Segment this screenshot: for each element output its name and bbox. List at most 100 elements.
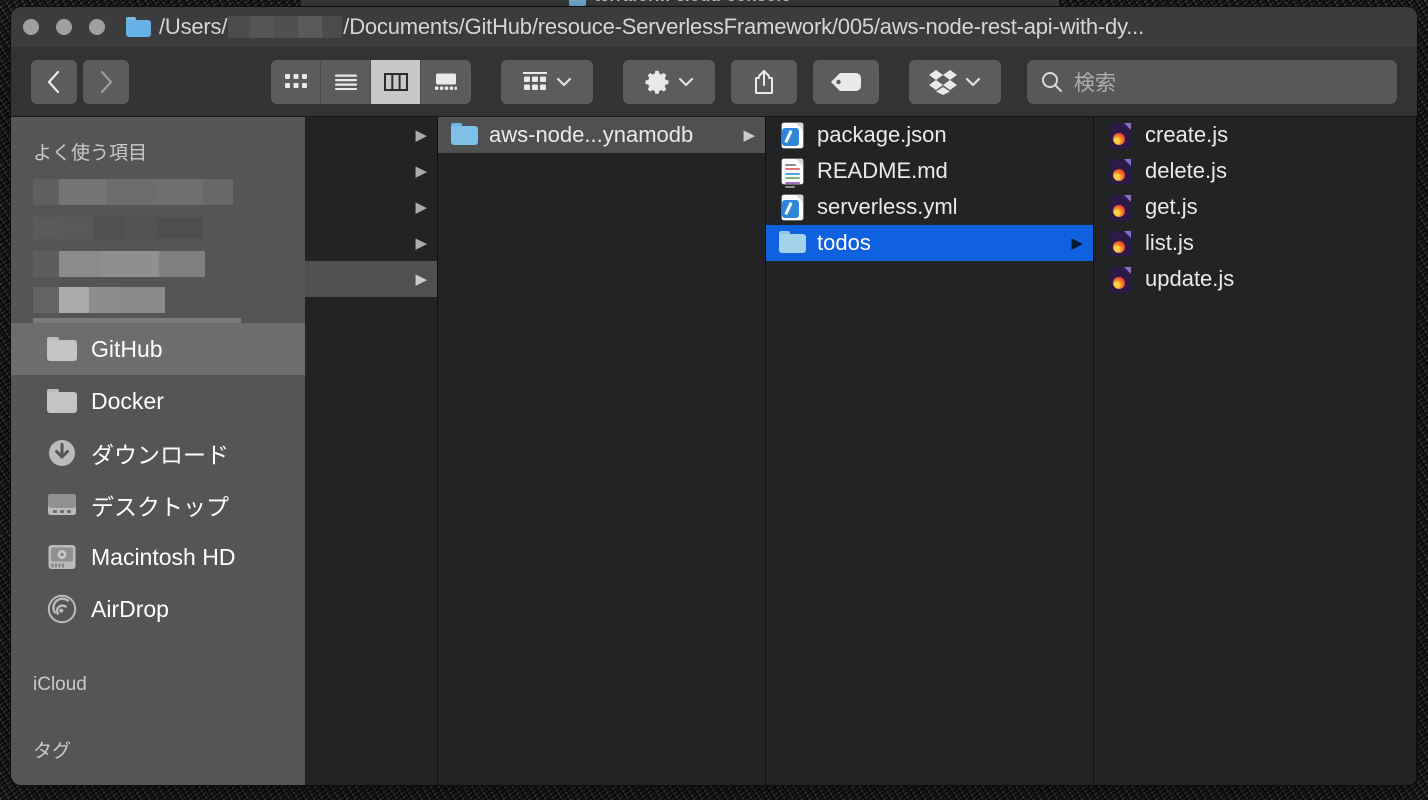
markdown-icon (779, 158, 806, 188)
document-icon (779, 194, 806, 221)
chevron-right-icon: ▶ (415, 127, 427, 144)
list-item-aws-node-dynamodb[interactable]: aws-node...ynamodb ▶ (438, 117, 765, 153)
gallery-icon (435, 73, 457, 90)
chevron-down-icon (678, 77, 694, 86)
redacted-username (228, 16, 343, 38)
js-file-icon (1107, 230, 1134, 257)
chevron-right-icon: ▶ (743, 127, 755, 144)
item-label: delete.js (1145, 158, 1227, 183)
folder-icon (47, 386, 77, 416)
action-menu-button[interactable] (623, 59, 715, 104)
document-icon (779, 122, 806, 149)
gear-icon (645, 70, 669, 94)
item-label: update.js (1145, 266, 1235, 291)
window-title: /Users/ /Documents/GitHub/resouce-Server… (159, 14, 1144, 40)
list-view-button[interactable] (321, 59, 371, 104)
sidebar-item-redacted-3[interactable] (11, 246, 305, 282)
sidebar-item-macintosh-hd[interactable]: Macintosh HD (11, 531, 305, 583)
tag-icon (831, 72, 861, 91)
sidebar-item-airdrop[interactable]: AirDrop (11, 583, 305, 635)
redacted-label (33, 251, 205, 277)
list-item-create-js[interactable]: create.js (1094, 117, 1416, 153)
sidebar-section-icloud-header: iCloud (33, 674, 87, 695)
folder-icon (779, 230, 806, 257)
sidebar-item-label: GitHub (91, 335, 163, 362)
sidebar-item-redacted-1[interactable] (11, 174, 305, 210)
list-item[interactable]: ▶ (305, 153, 437, 189)
list-item[interactable]: ▶ (305, 189, 437, 225)
sidebar-item-desktop[interactable]: デスクトップ (11, 479, 305, 531)
search-field[interactable]: 検索 (1027, 59, 1397, 104)
js-file-icon (1107, 194, 1134, 221)
tags-button[interactable] (813, 59, 879, 104)
group-by-icon (523, 71, 547, 90)
item-label: get.js (1145, 194, 1198, 219)
forward-button[interactable] (83, 59, 129, 104)
column-1: ▶ ▶ ▶ ▶ ▶ (305, 117, 438, 785)
sidebar-item-label: デスクトップ (91, 494, 229, 520)
folder-icon (451, 122, 478, 149)
sidebar-item-label: AirDrop (91, 595, 169, 622)
zoom-button[interactable] (89, 19, 105, 35)
list-item-readme-md[interactable]: README.md (766, 153, 1093, 189)
window-title-suffix: /Documents/GitHub/resouce-ServerlessFram… (343, 14, 1145, 39)
item-label: list.js (1145, 230, 1194, 255)
item-label: todos (817, 230, 871, 255)
column-4: create.js delete.js get.js list.js updat… (1094, 117, 1417, 785)
downloads-icon (47, 438, 77, 468)
icon-view-button[interactable] (271, 59, 321, 104)
chevron-right-icon: ▶ (415, 271, 427, 288)
chevron-right-icon: ▶ (415, 235, 427, 252)
list-item-serverless-yml[interactable]: serverless.yml (766, 189, 1093, 225)
sidebar-section-favorites-header: よく使う項目 (33, 143, 148, 164)
list-item-update-js[interactable]: update.js (1094, 261, 1416, 297)
redacted-label (33, 287, 165, 313)
chevron-down-icon (556, 77, 572, 86)
navigation-buttons (31, 59, 129, 104)
sidebar-item-downloads[interactable]: ダウンロード (11, 427, 305, 479)
share-icon (755, 69, 773, 94)
sidebar-item-redacted-4[interactable] (11, 282, 305, 318)
dropbox-icon (929, 69, 957, 95)
list-item-get-js[interactable]: get.js (1094, 189, 1416, 225)
view-mode-segmented-control (271, 59, 471, 104)
dropbox-button[interactable] (909, 59, 1001, 104)
sidebar-item-github[interactable]: GitHub (11, 323, 305, 375)
sidebar-item-redacted-2[interactable] (11, 210, 305, 246)
search-input[interactable]: 検索 (1074, 67, 1116, 97)
back-button[interactable] (31, 59, 77, 104)
item-label: package.json (817, 122, 947, 147)
sidebar-item-label: Macintosh HD (91, 543, 236, 570)
finder-window: /Users/ /Documents/GitHub/resouce-Server… (10, 6, 1418, 786)
chevron-right-icon: ▶ (415, 163, 427, 180)
close-button[interactable] (23, 19, 39, 35)
js-file-icon (1107, 266, 1134, 293)
column-browser: ▶ ▶ ▶ ▶ ▶ aws-node...ynamodb ▶ package.j… (305, 117, 1417, 785)
column-view-button[interactable] (371, 59, 421, 104)
list-item-todos[interactable]: todos ▶ (766, 225, 1093, 261)
sidebar-item-label: Docker (91, 387, 164, 414)
redacted-label (33, 217, 203, 239)
share-button[interactable] (731, 59, 797, 104)
js-file-icon (1107, 122, 1134, 149)
group-by-button[interactable] (501, 59, 593, 104)
list-item-list-js[interactable]: list.js (1094, 225, 1416, 261)
airdrop-icon (47, 594, 77, 624)
window-title-prefix: /Users/ (159, 14, 228, 39)
sidebar-section-tags-header: タグ (33, 741, 72, 762)
chevron-right-icon: ▶ (1071, 235, 1083, 252)
list-item[interactable]: ▶ (305, 117, 437, 153)
item-label: aws-node...ynamodb (489, 122, 694, 147)
toolbar: 検索 (11, 47, 1417, 117)
redacted-label (33, 179, 233, 205)
sidebar-item-docker[interactable]: Docker (11, 375, 305, 427)
item-label: serverless.yml (817, 194, 958, 219)
gallery-view-button[interactable] (421, 60, 471, 104)
list-item-delete-js[interactable]: delete.js (1094, 153, 1416, 189)
minimize-button[interactable] (56, 19, 72, 35)
list-item-selected[interactable]: ▶ (305, 261, 437, 297)
js-file-icon (1107, 158, 1134, 185)
list-item[interactable]: ▶ (305, 225, 437, 261)
list-item-package-json[interactable]: package.json (766, 117, 1093, 153)
column-3: package.json README.md serverless.yml to… (766, 117, 1094, 785)
